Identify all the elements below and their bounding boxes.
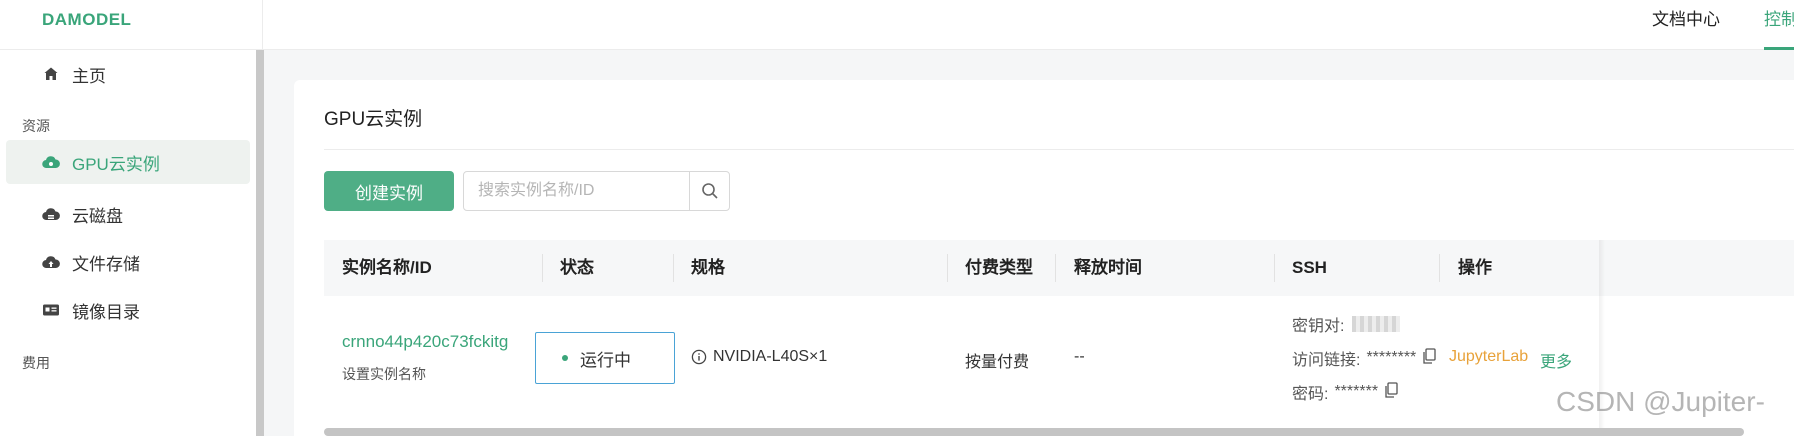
watermark: CSDN @Jupiter- (1556, 386, 1765, 417)
spec-text: NVIDIA-L40S×1 (713, 348, 828, 365)
brand-logo[interactable]: DAMODEL (42, 10, 131, 30)
jupyterlab-link[interactable]: JupyterLab (1449, 348, 1528, 366)
status-badge: 运行中 (535, 332, 675, 384)
table-header: 实例名称/ID 状态 规格 付费类型 释放时间 SSH 操作 (324, 240, 1794, 296)
top-nav-console[interactable]: 控制台 (1742, 0, 1794, 50)
title-divider (324, 149, 1794, 150)
ssh-key-label: 密钥对: (1292, 318, 1345, 335)
ssh-key-redacted (1352, 316, 1401, 332)
page-title: GPU云实例 (324, 109, 423, 130)
ssh-link-value: ******** (1366, 349, 1417, 366)
column-divider (1274, 254, 1275, 282)
ssh-link-label: 访问链接: (1292, 352, 1361, 369)
search-icon (701, 183, 718, 199)
pay-type-text: 按量付费 (965, 354, 1030, 371)
table-horizontal-scrollbar[interactable] (324, 428, 1744, 436)
column-divider (542, 254, 543, 282)
column-divider (1439, 254, 1440, 282)
column-header-ssh: SSH (1292, 258, 1327, 277)
sidebar-item-cloud-disk[interactable]: 云磁盘 (6, 190, 250, 238)
copy-icon[interactable] (1422, 347, 1436, 369)
home-icon (42, 65, 60, 83)
search-box (463, 171, 730, 211)
ssh-access-link: 访问链接: ******** (1292, 346, 1436, 370)
column-divider (947, 254, 948, 282)
cloud-gear-icon (42, 153, 60, 171)
spec-cell: NVIDIA-L40S×1 (691, 348, 827, 366)
column-header-release-time: 释放时间 (1074, 258, 1142, 277)
info-icon[interactable] (691, 349, 707, 365)
column-header-status: 状态 (560, 258, 594, 277)
top-nav-docs[interactable]: 文档中心 (1630, 0, 1742, 50)
sidebar-scrollbar[interactable] (256, 50, 264, 436)
sidebar-item-file-storage[interactable]: 文件存储 (6, 238, 250, 286)
set-instance-name-link[interactable]: 设置实例名称 (342, 364, 426, 384)
ssh-pwd-label: 密码: (1292, 386, 1329, 403)
column-header-spec: 规格 (691, 258, 725, 277)
ssh-password: 密码: ******* (1292, 380, 1398, 404)
sidebar-item-label: GPU云实例 (72, 154, 160, 174)
sidebar-section-resources: 资源 (22, 118, 50, 134)
sidebar-item-label: 主页 (72, 66, 106, 86)
column-header-pay-type: 付费类型 (965, 258, 1033, 277)
sidebar-item-label: 镜像目录 (72, 302, 140, 322)
ssh-pwd-value: ******* (1334, 383, 1379, 400)
sidebar-section-billing: 费用 (22, 355, 50, 371)
sidebar-item-gpu-instances[interactable]: GPU云实例 (6, 140, 250, 184)
top-header: DAMODEL 文档中心 控制台 (0, 0, 1794, 50)
sidebar-item-home[interactable]: 主页 (6, 50, 250, 98)
search-button[interactable] (689, 172, 729, 210)
status-dot (562, 355, 568, 361)
column-header-actions: 操作 (1458, 258, 1492, 277)
create-instance-button[interactable]: 创建实例 (324, 171, 454, 211)
search-input[interactable] (464, 172, 689, 210)
ssh-key-pair: 密钥对: (1292, 312, 1401, 336)
cloud-disk-icon (42, 205, 60, 223)
sidebar: 主页 资源 GPU云实例 云磁盘 文件存储 镜像目录 费用 (0, 50, 256, 436)
sidebar-item-label: 文件存储 (72, 254, 140, 274)
release-time-text: -- (1074, 348, 1085, 365)
column-header-name: 实例名称/ID (342, 258, 432, 277)
cloud-upload-icon (42, 253, 60, 271)
instances-card: GPU云实例 创建实例 实例名称/ID 状态 规格 付费类型 释放时间 SSH … (294, 80, 1794, 436)
sidebar-item-label: 云磁盘 (72, 206, 123, 226)
status-text: 运行中 (580, 350, 631, 370)
image-catalog-icon (42, 301, 60, 319)
column-divider (673, 254, 674, 282)
column-divider (1055, 254, 1056, 282)
header-divider (262, 0, 263, 50)
instance-id-link[interactable]: crnno44p420c73fckitg (342, 332, 508, 352)
sidebar-item-image-catalog[interactable]: 镜像目录 (6, 286, 250, 334)
more-actions-link[interactable]: 更多 (1540, 348, 1572, 372)
copy-icon[interactable] (1384, 381, 1398, 403)
top-nav: 文档中心 控制台 (1630, 0, 1794, 50)
